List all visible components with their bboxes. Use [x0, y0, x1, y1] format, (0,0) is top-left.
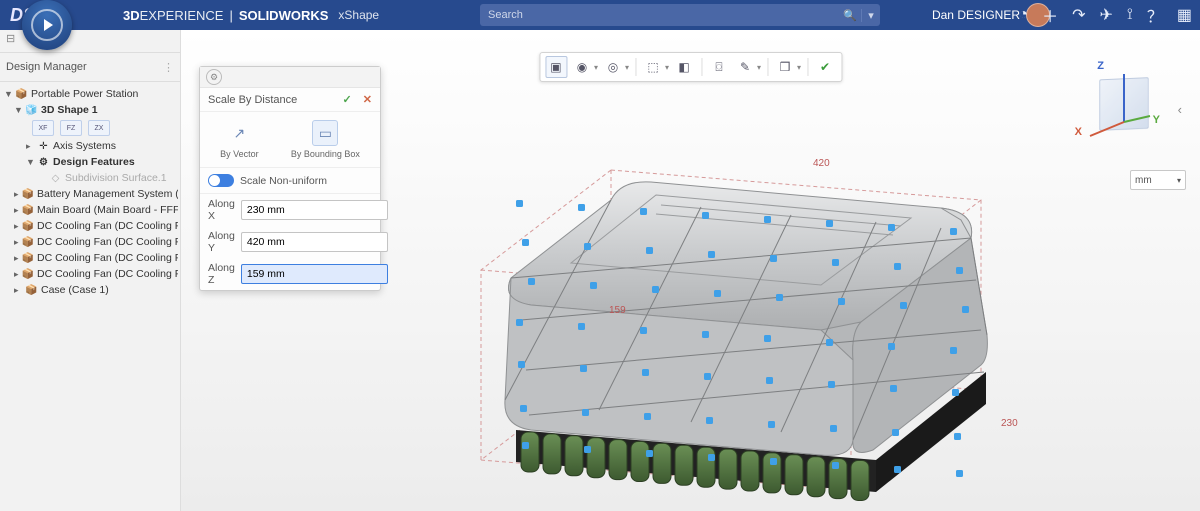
axis-x-label: X [1075, 126, 1082, 138]
annotate-icon[interactable]: ✎ [734, 56, 756, 78]
confirm-check-icon[interactable]: ✔ [814, 56, 836, 78]
axis-y-label: Y [1153, 114, 1160, 126]
tree-item[interactable]: ▸📦DC Cooling Fan (DC Cooling F… [2, 266, 178, 282]
tree-item[interactable]: ▸📦DC Cooling Fan (DC Cooling F… [2, 250, 178, 266]
tree-item[interactable]: ▸📦DC Cooling Fan (DC Cooling F… [2, 218, 178, 234]
send-icon[interactable]: ✈ [1100, 5, 1113, 25]
panel-title-label: Scale By Distance [208, 94, 297, 106]
bounding-box-icon: ▭ [312, 120, 338, 146]
app-header: DS 3DEXPERIENCE | SOLIDWORKS xShape 🔍 ▾ … [0, 0, 1200, 30]
section-icon[interactable]: ◧ [673, 56, 695, 78]
tree-item[interactable]: ▸📦Case (Case 1) [2, 282, 178, 298]
apps-icon[interactable]: ▦ [1177, 5, 1192, 25]
along-x-label: Along X [208, 198, 235, 222]
isolate-icon[interactable]: ⬚ [642, 56, 664, 78]
dim-z-label: 159 [609, 305, 626, 316]
play-icon [44, 19, 53, 31]
notifications-icon[interactable]: ◔ [1018, 6, 1028, 24]
along-z-input[interactable] [241, 264, 388, 284]
capture-icon[interactable]: ⌼ [708, 56, 730, 78]
view-cube-icon[interactable]: ❒ [774, 56, 796, 78]
tree-item[interactable]: ▼📦Portable Power Station [2, 86, 178, 102]
design-manager-title: Design Manager [6, 61, 87, 73]
tree-item[interactable]: ▸📦Main Board (Main Board - FFF 1) [2, 202, 178, 218]
dim-y-label: 420 [813, 158, 830, 169]
user-name-label: Dan DESIGNER [932, 8, 1020, 22]
along-z-label: Along Z [208, 262, 235, 286]
units-dropdown[interactable]: mm▾ [1130, 170, 1186, 190]
brand-title: 3DEXPERIENCE | SOLIDWORKS xShape [123, 8, 379, 23]
vector-icon: ↗ [226, 120, 252, 146]
render-style-icon[interactable]: ◎ [602, 56, 624, 78]
dim-x-label: 230 [1001, 418, 1018, 429]
plane-button[interactable]: XF [32, 120, 54, 136]
plane-button[interactable]: FZ [60, 120, 82, 136]
axis-z-label: Z [1097, 60, 1104, 72]
search-input[interactable] [480, 9, 839, 21]
add-icon[interactable]: ＋ [1042, 3, 1058, 27]
left-panel: ⊟ Design Manager ⋮ ▼📦Portable Power Stat… [0, 30, 181, 511]
scale-non-uniform-toggle[interactable] [208, 174, 234, 187]
tree-item[interactable]: ▼⚙Design Features [2, 154, 178, 170]
method-by-bounding-box[interactable]: ▭ By Bounding Box [291, 120, 360, 159]
search-field[interactable]: 🔍 ▾ [480, 4, 880, 26]
design-manager-menu-icon[interactable]: ⋮ [163, 61, 174, 74]
tree-item[interactable]: ▼🧊3D Shape 1 [2, 102, 178, 118]
fit-view-icon[interactable]: ▣ [545, 56, 567, 78]
panel-settings-icon[interactable]: ⚙ [206, 69, 222, 85]
display-mode-icon[interactable]: ◉ [571, 56, 593, 78]
plane-button[interactable]: ZX [88, 120, 110, 136]
tree-item[interactable]: ▸📦DC Cooling Fan (DC Cooling F… [2, 234, 178, 250]
tree-item[interactable]: ▸✛Axis Systems [2, 138, 178, 154]
share-icon[interactable]: ↷ [1072, 5, 1085, 25]
viewport[interactable]: ▣ ◉▾ ◎▾ ⬚▾ ◧ ⌼ ✎▾ ❒▾ ✔ ⚙ Scale By Distan… [181, 30, 1200, 511]
model-render[interactable] [421, 110, 1061, 511]
scale-by-distance-panel: ⚙ Scale By Distance ✓ ✕ ↗ By Vector ▭ By… [199, 66, 381, 291]
tree-item[interactable]: ▸📦Battery Management System (… [2, 186, 178, 202]
collaborate-icon[interactable]: ⟟ [1127, 6, 1133, 24]
design-tree[interactable]: ▼📦Portable Power Station▼🧊3D Shape 1 XF FZ… [0, 82, 180, 511]
search-scope-dropdown[interactable]: ▾ [861, 9, 880, 22]
scale-non-uniform-label: Scale Non-uniform [240, 175, 327, 187]
along-y-label: Along Y [208, 230, 235, 254]
tree-item[interactable]: ◇Subdivision Surface.1 [2, 170, 178, 186]
view-toolbar: ▣ ◉▾ ◎▾ ⬚▾ ◧ ⌼ ✎▾ ❒▾ ✔ [539, 52, 842, 82]
panel-ok-button[interactable]: ✓ [343, 94, 352, 106]
search-icon[interactable]: 🔍 [839, 9, 861, 22]
orientation-triad[interactable]: Z Y X [1060, 60, 1160, 150]
along-x-input[interactable] [241, 200, 388, 220]
method-by-vector[interactable]: ↗ By Vector [220, 120, 259, 159]
compass-launcher[interactable] [22, 0, 72, 50]
along-y-input[interactable] [241, 232, 388, 252]
help-icon[interactable]: ？ [1147, 3, 1163, 27]
collapse-triad-icon[interactable]: ‹ [1178, 102, 1182, 117]
panel-close-button[interactable]: ✕ [363, 94, 372, 106]
